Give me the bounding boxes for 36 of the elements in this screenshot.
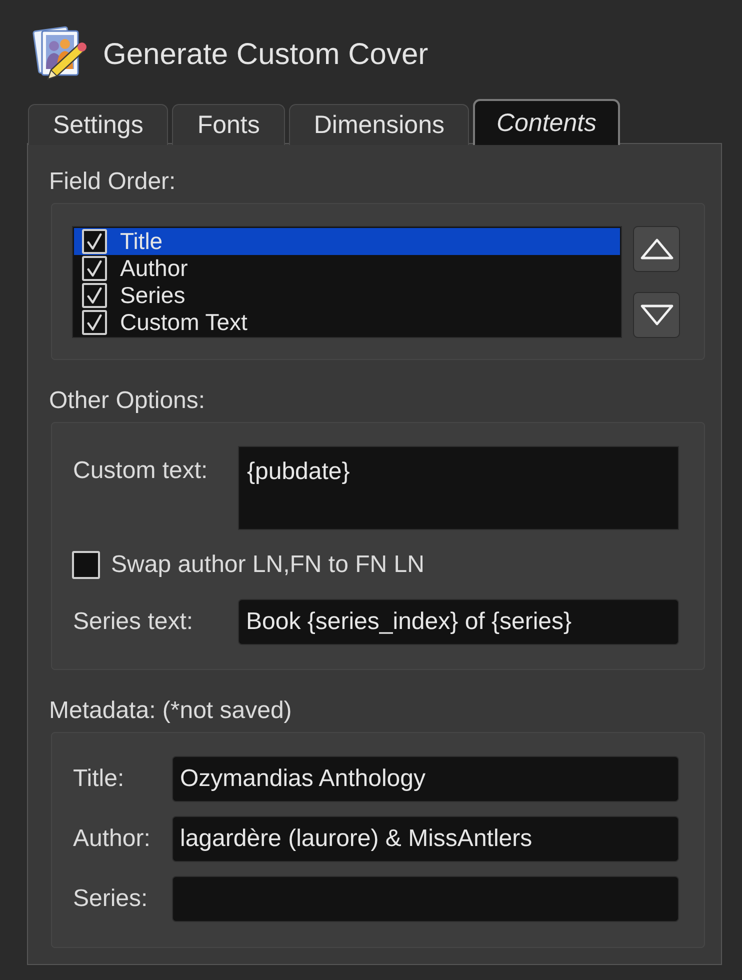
checkbox[interactable] — [72, 551, 100, 579]
list-item[interactable]: Custom Text — [74, 309, 620, 336]
text-field[interactable]: Book {series_index} of {series} — [238, 599, 679, 645]
text-field[interactable]: lagardère (laurore) & MissAntlers — [172, 816, 679, 862]
check-icon — [87, 287, 102, 304]
list-item[interactable]: Series — [74, 282, 620, 309]
window-title: Generate Custom Cover — [103, 38, 428, 72]
list-item[interactable]: Author — [74, 255, 620, 282]
down-triangle-icon — [640, 304, 674, 326]
tab[interactable]: Settings — [28, 104, 168, 145]
checkbox[interactable] — [82, 229, 107, 254]
check-icon — [87, 233, 102, 250]
tab[interactable]: Dimensions — [288, 104, 470, 145]
field-label: Series text: — [73, 608, 194, 636]
checkbox[interactable] — [82, 256, 107, 281]
section-label: Other Options: — [49, 388, 206, 414]
checkbox[interactable] — [82, 283, 107, 308]
field-label: Author: — [73, 825, 150, 853]
text-field[interactable] — [172, 876, 679, 922]
field-label: Custom text: — [73, 456, 208, 484]
text-area[interactable]: {pubdate} — [238, 446, 679, 530]
up-triangle-icon — [640, 238, 674, 260]
down-button[interactable] — [633, 292, 680, 338]
checkbox[interactable] — [82, 310, 107, 335]
field-label: Series: — [73, 885, 148, 913]
up-button[interactable] — [633, 226, 680, 272]
tab[interactable]: Contents — [473, 99, 620, 145]
tab[interactable]: Fonts — [172, 104, 285, 145]
checkbox-label: Swap author LN,FN to FN LN — [111, 551, 424, 579]
check-icon — [87, 260, 102, 277]
list-item[interactable]: Title — [74, 228, 620, 255]
check-icon — [87, 314, 102, 331]
text-field[interactable]: Ozymandias Anthology — [172, 756, 679, 802]
field-label: Title: — [73, 765, 124, 793]
section-label: Field Order: — [49, 169, 177, 195]
section-label: Metadata: (*not saved) — [49, 698, 293, 724]
